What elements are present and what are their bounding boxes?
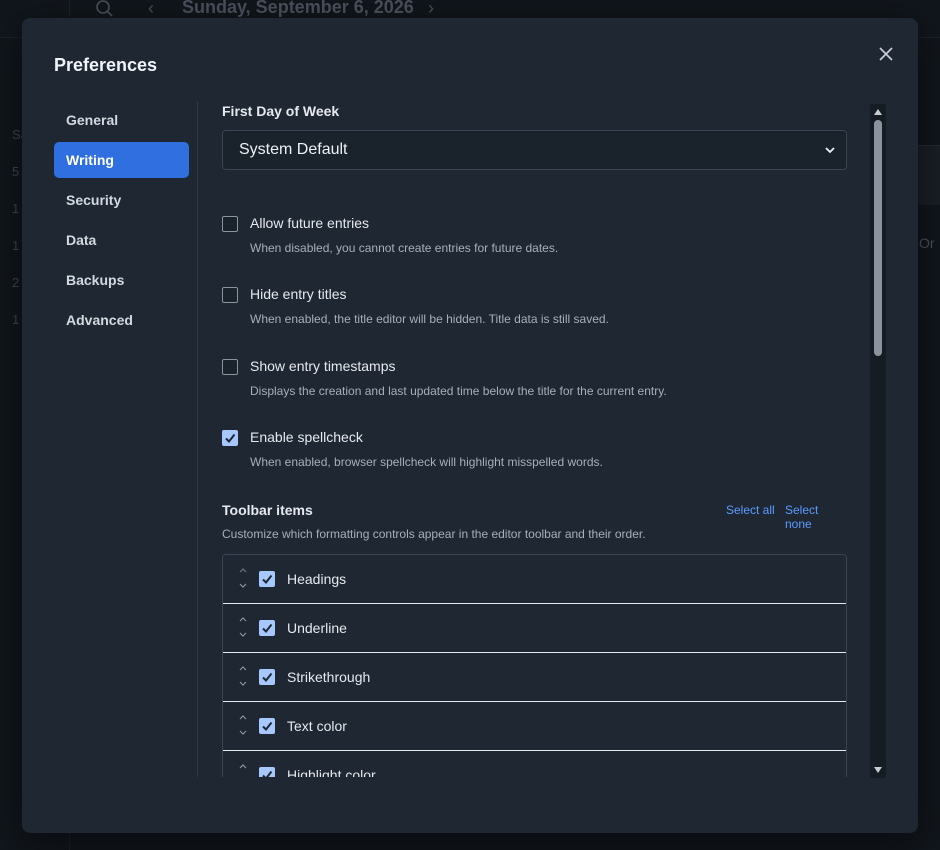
nav-item-writing[interactable]: Writing: [54, 142, 189, 178]
chevron-up-icon[interactable]: [237, 564, 249, 576]
chevron-down-icon[interactable]: [237, 678, 249, 690]
toolbar-item-row[interactable]: Underline: [223, 604, 846, 653]
close-icon: [879, 47, 893, 61]
writing-settings-panel: First Day of Week System Default Allow f…: [222, 102, 847, 777]
toolbar-items-list: Headings Underline Strikethrough Text co…: [222, 554, 847, 777]
chevron-up-icon[interactable]: [237, 760, 249, 772]
reorder-arrows[interactable]: [237, 613, 249, 643]
option-description: When enabled, browser spellcheck will hi…: [250, 455, 603, 469]
hide-entry-titles-checkbox[interactable]: [222, 287, 238, 303]
allow-future-entries-checkbox[interactable]: [222, 216, 238, 232]
chevron-down-icon[interactable]: [237, 629, 249, 641]
option-description: When enabled, the title editor will be h…: [250, 312, 609, 326]
toolbar-item-label: Headings: [287, 571, 347, 587]
option-label: Enable spellcheck: [250, 429, 363, 445]
chevron-up-icon[interactable]: [237, 711, 249, 723]
option-label: Allow future entries: [250, 215, 370, 231]
chevron-down-icon[interactable]: [237, 776, 249, 777]
toolbar-item-row[interactable]: Strikethrough: [223, 653, 846, 702]
preferences-modal: Preferences General Writing Security Dat…: [22, 18, 918, 833]
toolbar-items-description: Customize which formatting controls appe…: [222, 527, 646, 541]
chevron-up-icon[interactable]: [237, 613, 249, 625]
option-label: Hide entry titles: [250, 286, 347, 302]
show-entry-timestamps-checkbox[interactable]: [222, 359, 238, 375]
toolbar-item-checkbox[interactable]: [259, 571, 275, 587]
modal-title: Preferences: [54, 55, 158, 75]
nav-item-advanced[interactable]: Advanced: [54, 302, 189, 338]
close-button[interactable]: [874, 42, 898, 66]
option-label: Show entry timestamps: [250, 358, 396, 374]
nav-item-general[interactable]: General: [54, 102, 189, 138]
nav-item-security[interactable]: Security: [54, 182, 189, 218]
toolbar-item-checkbox[interactable]: [259, 767, 275, 777]
toolbar-item-label: Underline: [287, 620, 347, 636]
toolbar-items-header: Toolbar items Select all Select none: [222, 502, 847, 531]
checkmark-icon: [262, 672, 273, 683]
chevron-down-icon: [824, 143, 836, 161]
reorder-arrows[interactable]: [237, 662, 249, 692]
toolbar-item-checkbox[interactable]: [259, 620, 275, 636]
enable-spellcheck-checkbox[interactable]: [222, 430, 238, 446]
checkmark-icon: [262, 623, 273, 634]
content-scrollbar[interactable]: [870, 104, 886, 778]
background-right-text: Or: [919, 235, 935, 251]
chevron-up-icon[interactable]: [237, 662, 249, 674]
background-date-title: Sunday, September 6, 2026: [182, 0, 414, 17]
toolbar-item-row[interactable]: Highlight color: [223, 751, 846, 777]
checkmark-icon: [262, 574, 273, 585]
nav-item-backups[interactable]: Backups: [54, 262, 189, 298]
toolbar-item-checkbox[interactable]: [259, 718, 275, 734]
select-none-link[interactable]: Select none: [785, 503, 847, 531]
checkmark-icon: [262, 721, 273, 732]
scroll-down-icon[interactable]: [872, 764, 884, 776]
chevron-right-icon: ›: [428, 0, 434, 18]
first-day-label: First Day of Week: [222, 103, 340, 119]
reorder-arrows[interactable]: [237, 760, 249, 777]
toolbar-item-label: Strikethrough: [287, 669, 371, 685]
option-description: When disabled, you cannot create entries…: [250, 241, 559, 255]
toolbar-items-title: Toolbar items: [222, 502, 313, 518]
toolbar-item-row[interactable]: Headings: [223, 555, 846, 604]
preferences-nav: General Writing Security Data Backups Ad…: [54, 102, 189, 342]
background-right-panel: [916, 145, 940, 205]
select-all-link[interactable]: Select all: [726, 503, 775, 517]
first-day-select[interactable]: System Default: [222, 130, 847, 170]
checkmark-icon: [262, 770, 273, 777]
toolbar-item-row[interactable]: Text color: [223, 702, 846, 751]
first-day-select-value: System Default: [239, 141, 348, 158]
toolbar-item-label: Text color: [287, 718, 347, 734]
chevron-down-icon[interactable]: [237, 580, 249, 592]
nav-divider: [197, 102, 198, 777]
checkmark-icon: [225, 433, 236, 444]
option-description: Displays the creation and last updated t…: [250, 384, 667, 398]
chevron-left-icon: ‹: [148, 0, 154, 18]
scrollbar-thumb[interactable]: [874, 120, 882, 356]
reorder-arrows[interactable]: [237, 711, 249, 741]
reorder-arrows[interactable]: [237, 564, 249, 594]
nav-item-data[interactable]: Data: [54, 222, 189, 258]
chevron-down-icon[interactable]: [237, 727, 249, 739]
toolbar-item-label: Highlight color: [287, 767, 376, 777]
scroll-up-icon[interactable]: [872, 106, 884, 118]
toolbar-item-checkbox[interactable]: [259, 669, 275, 685]
